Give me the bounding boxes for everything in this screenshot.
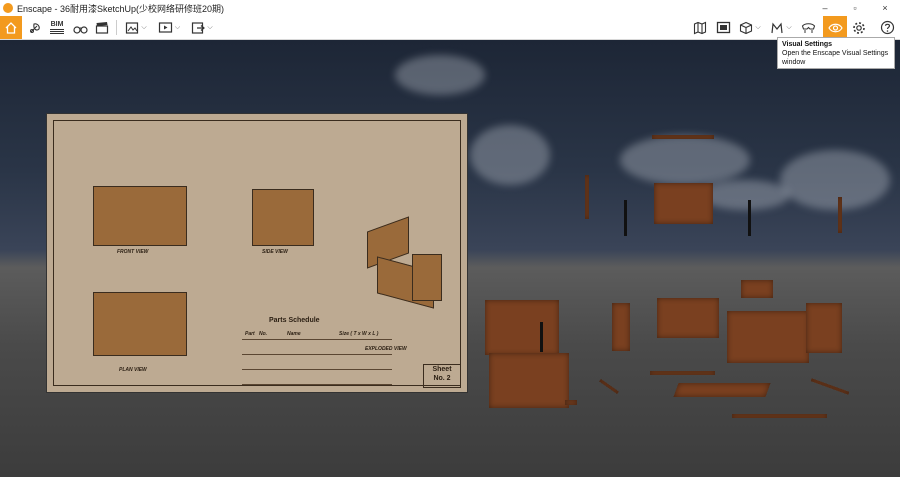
chevron-down-icon[interactable]: ⌵: [175, 24, 180, 32]
visual-settings-button[interactable]: [823, 16, 847, 39]
floating-board: [612, 303, 630, 351]
cube-icon: [740, 21, 753, 34]
map-icon: [693, 21, 707, 34]
export-button[interactable]: ⌵: [187, 16, 217, 39]
maximize-button[interactable]: ▫: [840, 0, 870, 16]
floating-board: [657, 298, 719, 338]
sheet-label: Sheet: [432, 366, 452, 373]
cloud: [395, 55, 485, 95]
table-header-part: Part: [245, 331, 255, 337]
asset-library-button[interactable]: [24, 16, 46, 39]
plan-view-label: PLAN VIEW: [119, 367, 147, 373]
side-view-label: SIDE VIEW: [262, 249, 288, 255]
floating-board: [599, 378, 619, 395]
screenshot-icon: [126, 21, 139, 34]
floating-board: [727, 311, 809, 363]
gallery-icon: [716, 21, 730, 34]
window-controls: – ▫ ×: [810, 0, 900, 16]
chevron-down-icon[interactable]: ⌵: [141, 24, 146, 32]
floating-board: [673, 383, 771, 397]
screenshot-button[interactable]: ⌵: [121, 16, 151, 39]
floating-board: [485, 300, 559, 355]
floating-board: [741, 280, 773, 298]
binoculars-icon: [72, 25, 88, 34]
table-header-size: Size ( T x W x L ): [339, 331, 379, 337]
sheet-number-box: Sheet No. 2: [423, 364, 461, 388]
enscape-toolbar: BIM ⌵ ⌵ ⌵ ⌵ ⌵: [0, 16, 900, 40]
clapperboard-button[interactable]: [92, 16, 112, 39]
clapperboard-icon: [95, 22, 109, 34]
video-button[interactable]: ⌵: [154, 16, 184, 39]
asset-library-icon: [30, 22, 40, 33]
gallery-button[interactable]: [713, 16, 733, 39]
front-view-label: FRONT VIEW: [117, 249, 149, 255]
table-header-name: Name: [287, 331, 301, 337]
floating-board: [650, 371, 715, 375]
front-view-drawing: [93, 186, 187, 246]
map-button[interactable]: [690, 16, 710, 39]
tooltip-body: Open the Enscape Visual Settings window: [782, 50, 889, 66]
floating-board: [806, 303, 842, 353]
views-button[interactable]: ⌵: [766, 16, 796, 39]
cloud: [620, 135, 750, 185]
bim-icon: BIM: [50, 21, 64, 34]
views-icon: [771, 21, 783, 33]
chevron-down-icon[interactable]: ⌵: [786, 24, 791, 32]
settings-button[interactable]: [849, 16, 869, 39]
table-rule: [242, 354, 392, 355]
close-button[interactable]: ×: [870, 0, 900, 16]
cube-button[interactable]: ⌵: [735, 16, 765, 39]
floating-board: [652, 135, 714, 139]
vr-headset-button[interactable]: [797, 16, 819, 39]
table-header-no: No.: [259, 331, 268, 337]
visual-settings-icon: [827, 23, 843, 32]
vr-headset-icon: [801, 23, 815, 33]
toolbar-separator: [116, 20, 117, 35]
help-button[interactable]: [876, 16, 898, 39]
table-rule: [242, 369, 392, 370]
sheet-number: No. 2: [433, 375, 451, 382]
table-rule: [242, 384, 392, 385]
floating-hinge: [748, 200, 751, 236]
visual-settings-tooltip: Visual Settings Open the Enscape Visual …: [777, 37, 895, 69]
floating-board: [654, 183, 713, 224]
bim-button[interactable]: BIM: [47, 16, 67, 39]
home-icon: [5, 21, 17, 34]
gear-icon: [853, 21, 865, 34]
drawing-sheet[interactable]: FRONT VIEW SIDE VIEW PLAN VIEW EXPLODED …: [46, 113, 468, 393]
cloud: [780, 150, 890, 210]
window-title: Enscape - 36耐用漆SketchUp(少校网络研修班20期): [17, 3, 225, 14]
table-rule: [242, 339, 392, 340]
home-button[interactable]: [0, 16, 22, 39]
render-viewport[interactable]: ▲ FRONT VIEW SIDE VIEW PLAN VIEW EXPLODE…: [0, 40, 900, 477]
export-icon: [192, 21, 206, 34]
floating-hinge: [540, 322, 543, 352]
floating-board: [838, 197, 842, 233]
floating-board: [585, 175, 589, 219]
enscape-logo-icon: [3, 3, 13, 13]
floating-board: [732, 414, 827, 418]
tooltip-title: Visual Settings: [782, 41, 833, 48]
parts-schedule-title: Parts Schedule: [269, 317, 320, 324]
cloud: [470, 125, 550, 185]
plan-view-drawing: [93, 292, 187, 356]
floating-hinge: [624, 200, 627, 236]
chevron-down-icon[interactable]: ⌵: [207, 24, 212, 32]
video-icon: [158, 22, 172, 33]
floating-board: [810, 378, 850, 395]
binoculars-button[interactable]: [70, 16, 90, 39]
help-icon: [880, 20, 894, 35]
side-view-drawing: [252, 189, 314, 246]
exploded-view-part: [412, 254, 442, 301]
cloud: [700, 180, 790, 210]
minimize-button[interactable]: –: [810, 0, 840, 16]
chevron-down-icon[interactable]: ⌵: [755, 24, 760, 32]
exploded-view-label: EXPLODED VIEW: [365, 346, 407, 352]
title-bar: Enscape - 36耐用漆SketchUp(少校网络研修班20期) – ▫ …: [0, 0, 900, 16]
floating-box: [489, 353, 569, 408]
floating-board: [565, 400, 577, 405]
